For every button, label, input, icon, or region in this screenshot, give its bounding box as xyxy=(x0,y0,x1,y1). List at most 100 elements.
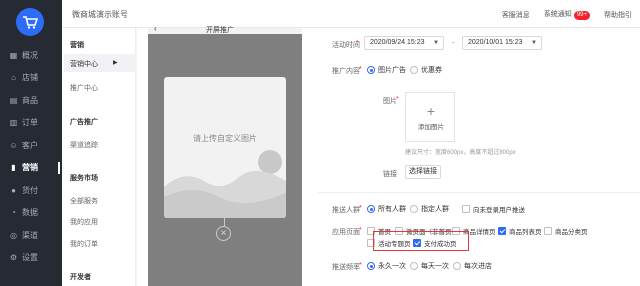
caret-down-icon: ▼ xyxy=(433,40,439,46)
help-link[interactable]: 帮助指引 xyxy=(604,10,632,20)
radio-label: 所有人群 xyxy=(378,206,406,213)
select-link-button[interactable]: 选择链接 xyxy=(405,165,441,179)
system-notice-link[interactable]: 系统通知 99+ xyxy=(544,9,590,20)
content-label: 推广内容 xyxy=(332,68,360,75)
sub-item-marketing-center[interactable]: 营销中心 xyxy=(70,59,98,69)
page-checkbox-goods-list[interactable]: 商品列表页 xyxy=(498,226,542,236)
required-mark: * xyxy=(359,205,362,212)
radio-circle xyxy=(410,66,418,74)
nav-item-channel[interactable]: ◎ 渠道 xyxy=(0,224,62,247)
chevron-right-icon: ▶ xyxy=(113,60,118,66)
push-unlogged-checkbox[interactable]: 向未登录用户推送 xyxy=(462,204,525,214)
top-links: 客服消息 系统通知 99+ 帮助指引 xyxy=(502,9,632,20)
sub-section-marketing: 营销 xyxy=(70,42,84,49)
audience-label: 推送人群 xyxy=(332,207,360,214)
dashboard-icon: ▦ xyxy=(9,50,18,60)
nav-item-label: 营销 xyxy=(22,163,38,173)
required-mark: * xyxy=(356,40,359,47)
brand-logo[interactable] xyxy=(16,8,44,36)
nav-item-order[interactable]: ▥ 订单 xyxy=(0,112,62,135)
end-time-picker[interactable]: 2020/10/01 15:23 ▼ xyxy=(462,36,542,50)
customer-icon: ☺ xyxy=(9,140,18,150)
main-nav-list: ▦ 概况 ⌂ 店铺 ▤ 商品 ▥ 订单 ☺ 客户 ▮ 营销 ● 货付 ◔ 数据 ◎ 渠道 ⚙ 设置 xyxy=(0,44,62,269)
nav-item-label: 货付 xyxy=(22,185,38,195)
size-hint: 建议尺寸：宽度600px，高度不超过800px xyxy=(405,150,516,156)
checkbox-label: 商品列表页 xyxy=(509,229,542,236)
nav-item-label: 客户 xyxy=(22,140,38,150)
sub-section-service: 服务市场 xyxy=(70,175,98,182)
radio-circle xyxy=(453,262,461,270)
phone-title: 开屏推广 xyxy=(206,27,234,34)
nav-item-label: 商品 xyxy=(22,95,38,105)
highlight-box xyxy=(373,231,469,251)
back-arrow-icon: ‹ xyxy=(154,24,157,33)
link-label: 链接 xyxy=(383,171,397,178)
caret-down-icon: ▼ xyxy=(531,40,537,46)
nav-item-label: 概况 xyxy=(22,50,38,60)
nav-item-payment[interactable]: ● 货付 xyxy=(0,179,62,202)
page-checkbox-goods-category[interactable]: 商品分类页 xyxy=(544,226,588,236)
nav-item-goods[interactable]: ▤ 商品 xyxy=(0,89,62,112)
data-icon: ◔ xyxy=(11,208,16,218)
checkbox-box xyxy=(498,227,506,235)
required-mark: * xyxy=(359,227,362,234)
main-sidebar: ▦ 概况 ⌂ 店铺 ▤ 商品 ▥ 订单 ☺ 客户 ▮ 营销 ● 货付 ◔ 数据 ◎ 渠道 ⚙ 设置 xyxy=(0,0,62,286)
settings-icon: ⚙ xyxy=(9,253,18,263)
nav-item-label: 渠道 xyxy=(22,230,38,240)
nav-item-store[interactable]: ⌂ 店铺 xyxy=(0,67,62,90)
nav-item-marketing[interactable]: ▮ 营销 xyxy=(0,157,62,180)
nav-item-label: 设置 xyxy=(22,253,38,263)
nav-item-label: 店铺 xyxy=(22,73,38,83)
nav-item-label: 订单 xyxy=(22,118,38,128)
start-time-value: 2020/09/24 15:23 xyxy=(370,39,425,46)
ad-image-placeholder: 请上传自定义图片 xyxy=(164,77,286,218)
nav-item-data[interactable]: ◔ 数据 xyxy=(0,202,62,225)
checkbox-box xyxy=(544,227,552,235)
radio-circle xyxy=(367,205,375,213)
goods-icon: ▤ xyxy=(9,95,18,105)
add-image-label: 添加图片 xyxy=(418,124,444,131)
order-icon: ▥ xyxy=(9,118,18,128)
required-mark: * xyxy=(359,66,362,73)
radio-label: 指定人群 xyxy=(421,206,449,213)
notice-badge: 99+ xyxy=(573,11,590,20)
sub-item-traffic[interactable]: 渠道追踪 xyxy=(70,140,98,150)
marketing-icon: ▮ xyxy=(11,163,16,173)
section-divider xyxy=(318,192,640,193)
frequency-radio-once[interactable]: 永久一次 xyxy=(367,261,406,271)
checkbox-label: 向未登录用户推送 xyxy=(473,207,525,214)
sub-item-my-apps[interactable]: 我的应用 xyxy=(70,217,98,227)
radio-label: 每次进店 xyxy=(464,263,492,270)
sub-item-my-orders[interactable]: 我的订单 xyxy=(70,239,98,249)
start-time-picker[interactable]: 2020/09/24 15:23 ▼ xyxy=(364,36,444,50)
sub-section-ads: 广告推广 xyxy=(70,119,98,126)
customer-message-link[interactable]: 客服消息 xyxy=(502,10,530,20)
radio-label: 永久一次 xyxy=(378,263,406,270)
time-separator: - xyxy=(452,40,455,47)
frequency-radio-each-visit[interactable]: 每次进店 xyxy=(453,261,492,271)
content-radio-coupon[interactable]: 优惠券 xyxy=(410,65,442,75)
frequency-radio-daily[interactable]: 每天一次 xyxy=(410,261,449,271)
nav-item-settings[interactable]: ⚙ 设置 xyxy=(0,247,62,270)
radio-circle xyxy=(367,262,375,270)
content-radio-image-ad[interactable]: 图片广告 xyxy=(367,65,406,75)
system-notice-label: 系统通知 xyxy=(543,11,572,18)
sub-section-dev: 开发者 xyxy=(70,274,91,281)
audience-radio-specific[interactable]: 指定人群 xyxy=(410,204,449,214)
radio-label: 每天一次 xyxy=(421,263,449,270)
phone-header: ‹ 开屏推广 xyxy=(148,24,302,34)
sub-item-promo-center[interactable]: 推广中心 xyxy=(70,83,98,93)
sub-item-all-services[interactable]: 全部服务 xyxy=(70,196,98,206)
close-icon[interactable]: × xyxy=(216,226,231,241)
audience-radio-all[interactable]: 所有人群 xyxy=(367,204,406,214)
top-bar: 微商城演示账号 客服消息 系统通知 99+ 帮助指引 xyxy=(62,0,640,28)
close-connector xyxy=(224,218,225,226)
landscape-illustration-icon xyxy=(164,150,286,218)
nav-item-customer[interactable]: ☺ 客户 xyxy=(0,134,62,157)
nav-item-dashboard[interactable]: ▦ 概况 xyxy=(0,44,62,67)
required-mark: * xyxy=(359,262,362,269)
add-image-button[interactable]: + 添加图片 xyxy=(405,92,455,142)
radio-label: 图片广告 xyxy=(378,67,406,74)
channel-icon: ◎ xyxy=(10,230,17,240)
radio-circle xyxy=(410,205,418,213)
